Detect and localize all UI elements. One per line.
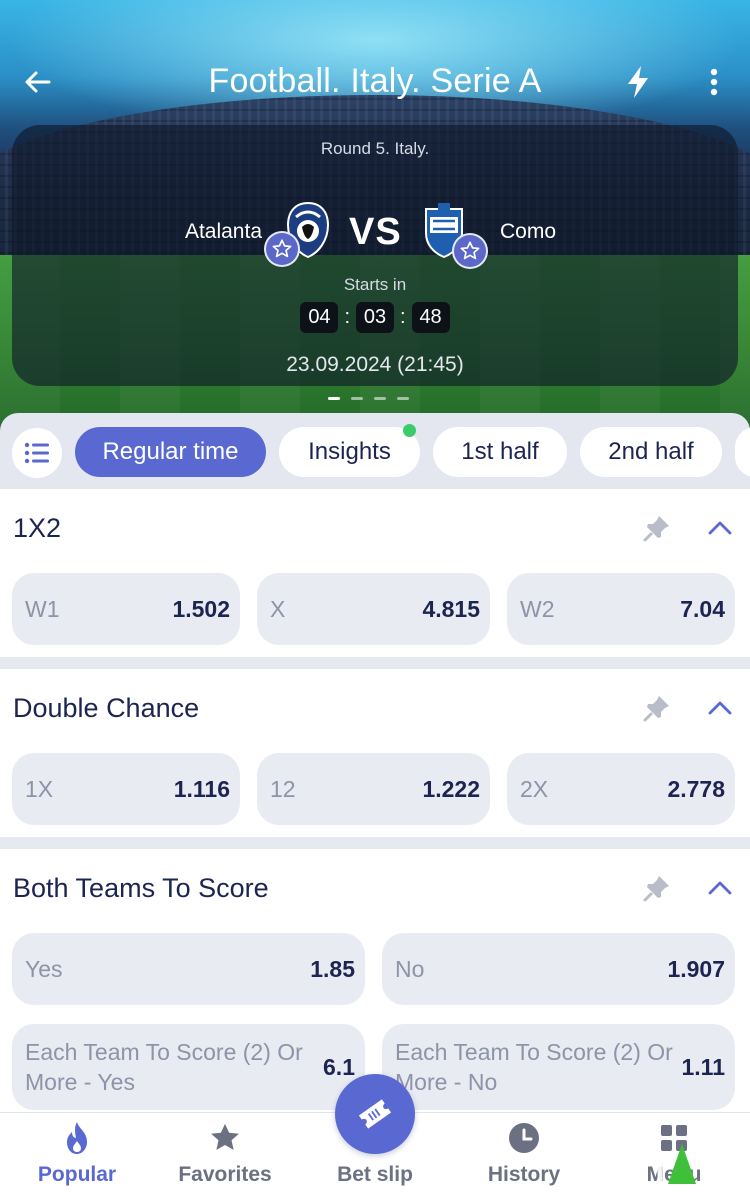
carousel-dot[interactable] [374,397,386,400]
nav-label: History [487,1163,561,1186]
favorite-team1-button[interactable] [264,231,300,267]
team2-name: Como [500,220,557,243]
outcome-label: No [395,955,425,982]
more-options-button[interactable] [690,58,738,106]
odds-button-yes[interactable]: Yes 1.85 [12,933,365,1005]
clock-icon [507,1121,541,1155]
outcome-odds: 2.778 [667,775,725,802]
timer-hours: 04 [300,302,339,333]
favorite-team2-button[interactable] [452,233,488,269]
bet-slip-button[interactable] [335,1074,415,1154]
match-datetime: 23.09.2024 (21:45) [286,353,464,376]
odds-button-x[interactable]: X 4.815 [257,573,490,645]
market-list-button[interactable] [12,428,62,478]
tab-1st-half[interactable]: 1st half [433,427,567,477]
odds-button-w1[interactable]: W1 1.502 [12,573,240,645]
market-1x2: 1X2 W1 1.502 X 4.815 W2 7.04 [0,489,750,657]
market-filter-bar: Regular time Insights 1st half 2nd half [0,413,750,489]
odds-button-no[interactable]: No 1.907 [382,933,735,1005]
outcome-odds: 1.11 [681,1053,726,1080]
odds-button-1x[interactable]: 1X 1.116 [12,753,240,825]
carousel-dot[interactable] [328,397,340,400]
outcome-odds: 6.1 [323,1053,355,1080]
timer-seconds: 48 [411,302,450,333]
starts-in-label: Starts in [343,275,407,294]
timer-minutes: 03 [356,302,394,333]
chevron-up-icon[interactable] [705,513,735,543]
lightning-icon [628,66,648,98]
odds-button-2x[interactable]: 2X 2.778 [507,753,735,825]
watermark-logo [595,1144,696,1187]
outcome-label: 2X [520,775,549,802]
market-title: 1X2 [13,513,62,543]
tab-more-partial[interactable] [735,427,750,477]
tab-insights[interactable]: Insights [279,427,420,477]
nav-history[interactable]: History [464,1113,584,1200]
outcome-odds: 4.815 [422,595,480,622]
ticket-icon [358,1099,392,1129]
outcome-label: W2 [520,595,555,622]
star-outline-icon [272,239,292,258]
star-icon [208,1121,242,1155]
insights-new-indicator [403,424,416,437]
list-icon [24,442,49,464]
nav-label: Bet slip [337,1163,413,1186]
outcome-label: Each Team To Score (2) Or More - No [395,1039,673,1095]
outcome-label: Each Team To Score (2) Or More - Yes [25,1039,303,1095]
round-label: Round 5. Italy. [320,139,430,158]
outcome-label: Yes [25,955,63,982]
outcome-odds: 7.04 [680,595,725,622]
market-title: Double Chance [13,693,200,723]
quick-bet-button[interactable] [614,58,662,106]
nav-favorites[interactable]: Favorites [165,1113,285,1200]
outcome-odds: 1.907 [667,955,725,982]
outcome-odds: 1.85 [310,955,355,982]
market-double-chance: Double Chance 1X 1.116 12 1.222 2X 2.778 [0,669,750,837]
chevron-up-icon[interactable] [705,873,735,903]
team1-name: Atalanta [184,220,262,243]
carousel-dot[interactable] [351,397,363,400]
nav-popular[interactable]: Popular [17,1113,137,1200]
more-vertical-icon [710,68,718,96]
odds-button-each-team-2-no[interactable]: Each Team To Score (2) Or More - No 1.11 [382,1024,735,1110]
pin-icon[interactable] [642,513,672,543]
nav-label: Favorites [178,1163,272,1186]
market-both-teams-to-score: Both Teams To Score Yes 1.85 No 1.907 Ea… [0,849,750,1112]
top-bar: Football. Italy. Serie A [0,50,750,114]
match-card[interactable]: Round 5. Italy. Atalanta VS Como Starts … [12,125,738,386]
pin-icon[interactable] [642,873,672,903]
pin-icon[interactable] [642,693,672,723]
outcome-label: X [270,595,286,622]
flame-icon [60,1121,94,1155]
odds-button-each-team-2-yes[interactable]: Each Team To Score (2) Or More - Yes 6.1 [12,1024,365,1110]
tab-regular-time[interactable]: Regular time [75,427,266,477]
outcome-odds: 1.222 [422,775,480,802]
carousel-indicator [328,397,409,400]
chevron-up-icon[interactable] [705,693,735,723]
carousel-dot[interactable] [397,397,409,400]
countdown-timer: 04 : 03 : 48 [12,302,738,333]
match-hero: Football. Italy. Serie A Round 5. Italy.… [0,0,750,430]
outcome-label: 12 [270,775,296,802]
star-outline-icon [460,241,480,260]
tab-2nd-half[interactable]: 2nd half [580,427,722,477]
odds-button-12[interactable]: 12 1.222 [257,753,490,825]
outcome-odds: 1.116 [173,775,230,802]
timer-separator: : [400,306,406,328]
versus-label: VS [349,211,402,253]
timer-separator: : [344,306,350,328]
nav-label: Popular [37,1163,117,1186]
outcome-odds: 1.502 [172,595,230,622]
outcome-label: 1X [25,775,54,802]
outcome-label: W1 [25,595,60,622]
odds-button-w2[interactable]: W2 7.04 [507,573,735,645]
market-title: Both Teams To Score [13,873,269,903]
